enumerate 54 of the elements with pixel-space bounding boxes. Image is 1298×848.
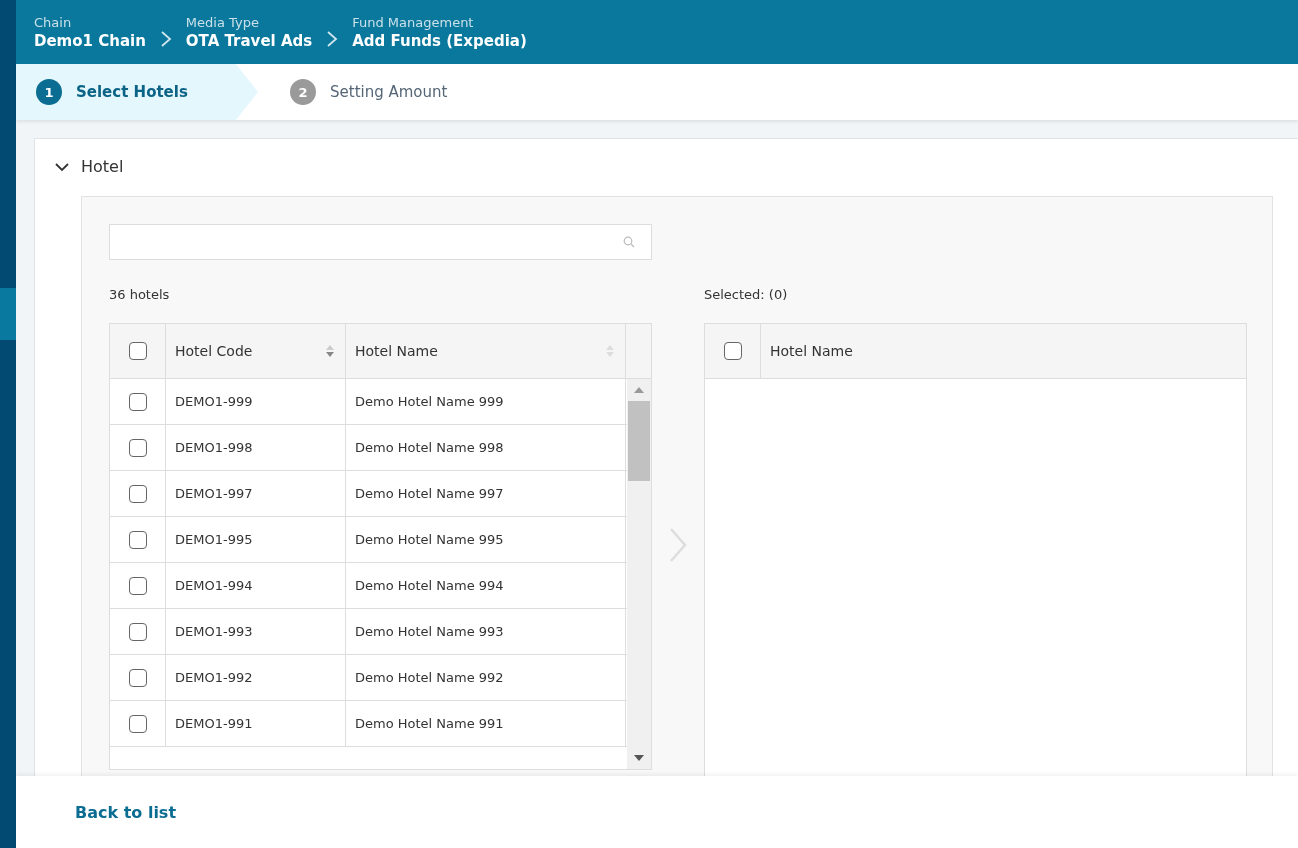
search-icon [623, 236, 635, 248]
row-checkbox[interactable] [128, 622, 147, 641]
hotel-count: 36 hotels [109, 287, 171, 304]
table-cell: Demo Hotel Name 999 [346, 379, 626, 424]
scrollbar-thumb[interactable] [628, 401, 650, 481]
select-all-checkbox[interactable] [723, 342, 742, 360]
sort-icon [325, 343, 335, 359]
table-cell: Demo Hotel Name 992 [346, 655, 626, 700]
breadcrumb-label: Chain [34, 14, 73, 30]
breadcrumb-link[interactable]: OTA Travel Ads [185, 31, 313, 50]
row-checkbox[interactable] [128, 714, 147, 733]
table-cell: DEMO1-995 [166, 517, 346, 562]
select-all-checkbox[interactable] [128, 342, 147, 360]
chevron-right-icon [159, 30, 172, 48]
row-checkbox[interactable] [128, 438, 147, 457]
table-cell: Demo Hotel Name 995 [346, 517, 626, 562]
table-cell: DEMO1-997 [166, 471, 346, 516]
column-header[interactable]: Hotel Name [346, 324, 626, 378]
table-cell: Demo Hotel Name 998 [346, 425, 626, 470]
table-cell: DEMO1-993 [166, 609, 346, 654]
breadcrumb-label: Fund Management [352, 14, 475, 30]
search-field[interactable] [109, 224, 652, 260]
table-cell: DEMO1-999 [166, 379, 346, 424]
chevron-right-icon [326, 30, 339, 48]
table-cell: DEMO1-994 [166, 563, 346, 608]
breadcrumb-link[interactable]: Add Funds (Expedia) [352, 31, 527, 50]
breadcrumb-label: Media Type [185, 14, 260, 30]
scrollbar[interactable] [627, 379, 651, 769]
step-tab[interactable]: 1 Select Hotels [16, 64, 258, 120]
table-cell: DEMO1-991 [166, 701, 346, 746]
scroll-down-icon [634, 755, 644, 761]
row-checkbox[interactable] [128, 530, 147, 549]
section-toggle[interactable]: Hotel [55, 155, 124, 178]
table-cell: DEMO1-992 [166, 655, 346, 700]
step-tab[interactable]: 2 Setting Amount [258, 64, 488, 120]
row-checkbox[interactable] [128, 576, 147, 595]
step-number: 2 [290, 79, 316, 105]
row-checkbox[interactable] [128, 392, 147, 411]
selected-count: Selected: (0) [704, 287, 789, 304]
back-link[interactable]: Back to list [75, 802, 177, 822]
column-header: Hotel Name [769, 342, 854, 361]
table-cell: Demo Hotel Name 993 [346, 609, 626, 654]
table-cell: Demo Hotel Name 991 [346, 701, 626, 746]
column-header[interactable]: Hotel Code [166, 324, 346, 378]
table-cell: Demo Hotel Name 997 [346, 471, 626, 516]
scroll-up-icon [634, 387, 644, 393]
row-checkbox[interactable] [128, 668, 147, 687]
chevron-down-icon [55, 161, 69, 172]
sort-icon [605, 343, 615, 359]
row-checkbox[interactable] [128, 484, 147, 503]
table-cell: DEMO1-998 [166, 425, 346, 470]
table-cell: Demo Hotel Name 994 [346, 563, 626, 608]
breadcrumb-link[interactable]: Demo1 Chain [34, 31, 146, 50]
step-number: 1 [36, 79, 62, 105]
